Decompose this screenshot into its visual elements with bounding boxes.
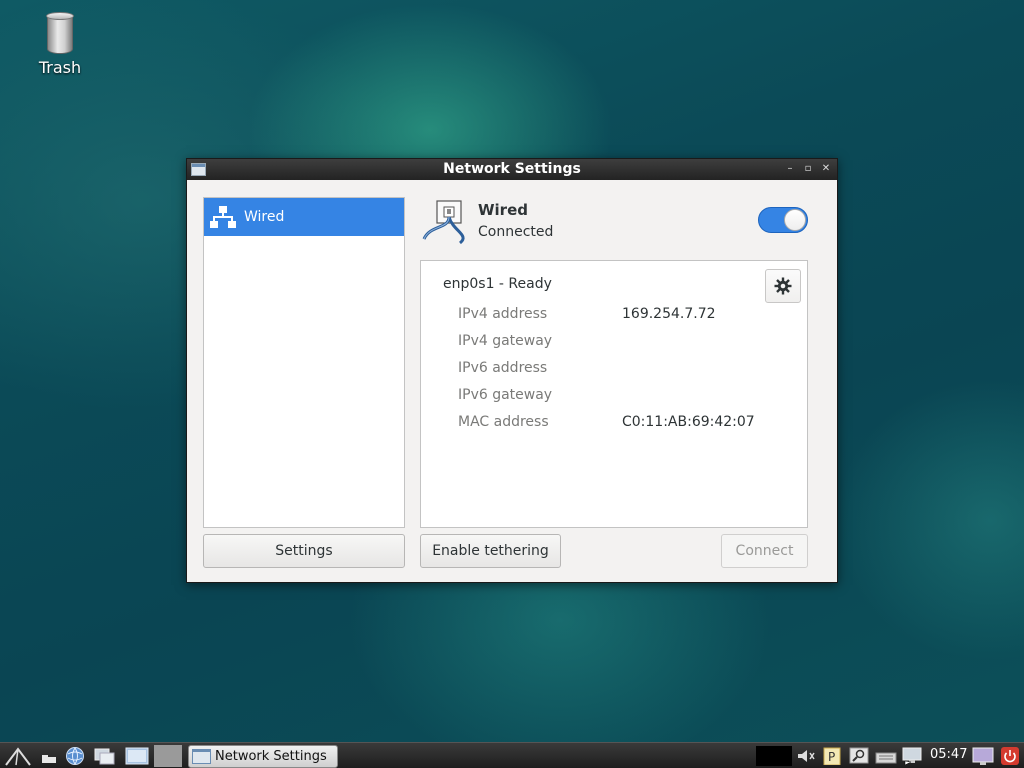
trash-icon (46, 12, 74, 54)
taskbar-task-network-settings[interactable]: Network Settings (188, 745, 338, 768)
detail-row-ipv6-address: IPv6 address (458, 360, 798, 380)
network-settings-window: Network Settings – ▫ ✕ Wired Settings Wi… (186, 158, 838, 583)
keyboard-icon[interactable] (875, 747, 897, 765)
taskbar: Network Settings P 05:47 (0, 742, 1024, 768)
toggle-knob (784, 209, 806, 231)
interface-name: enp0s1 - Ready (443, 276, 552, 292)
settings-button[interactable]: Settings (203, 534, 405, 568)
show-desktop-icon[interactable] (40, 746, 58, 766)
search-icon[interactable] (849, 747, 871, 765)
connection-header: Wired Connected (420, 197, 820, 257)
tray-blank-area (756, 746, 792, 766)
web-browser-icon[interactable] (64, 746, 86, 766)
detail-row-mac-address: MAC address C0:11:AB:69:42:07 (458, 414, 798, 434)
ethernet-cable-icon (422, 200, 465, 245)
detail-row-ipv4-gateway: IPv4 gateway (458, 333, 798, 353)
window-title: Network Settings (443, 161, 581, 177)
detail-label: IPv6 gateway (458, 387, 553, 403)
detail-label: IPv4 gateway (458, 333, 553, 349)
svg-text:P: P (828, 750, 835, 764)
device-details-panel: enp0s1 - Ready IPv4 address 169.254.7.72… (420, 260, 808, 528)
trash-desktop-icon[interactable]: Trash (30, 12, 90, 77)
connection-title: Wired (478, 201, 528, 219)
maximize-icon[interactable]: ▫ (801, 161, 815, 177)
detail-label: IPv4 address (458, 306, 548, 322)
window-mini-icon (192, 749, 211, 764)
sidebar-item-wired[interactable]: Wired (204, 198, 404, 236)
window-titlebar[interactable]: Network Settings – ▫ ✕ (187, 159, 837, 180)
task-label: Network Settings (215, 749, 327, 764)
gear-icon (774, 277, 792, 295)
trash-label: Trash (38, 58, 82, 77)
workspace-2-icon[interactable] (154, 745, 182, 767)
minimize-icon[interactable]: – (783, 161, 797, 177)
wired-toggle-switch[interactable] (758, 207, 808, 233)
detail-row-ipv6-gateway: IPv6 gateway (458, 387, 798, 407)
enable-tethering-button[interactable]: Enable tethering (420, 534, 561, 568)
network-icon (210, 206, 236, 228)
network-status-icon[interactable] (901, 747, 923, 765)
volume-icon[interactable] (795, 747, 817, 765)
power-icon[interactable] (1000, 747, 1020, 765)
detail-value: 169.254.7.72 (622, 306, 716, 322)
start-menu-icon[interactable] (4, 746, 32, 766)
connection-list: Wired (203, 197, 405, 528)
clock[interactable]: 05:47 (930, 747, 967, 762)
file-manager-icon[interactable] (94, 746, 116, 766)
detail-label: IPv6 address (458, 360, 548, 376)
workspace-switcher-icon[interactable] (125, 746, 149, 766)
clipboard-icon[interactable]: P (822, 747, 842, 765)
user-session-icon[interactable] (972, 747, 994, 765)
close-icon[interactable]: ✕ (819, 161, 833, 177)
detail-value: C0:11:AB:69:42:07 (622, 414, 755, 430)
detail-row-ipv4-address: IPv4 address 169.254.7.72 (458, 306, 798, 326)
connection-status: Connected (478, 224, 554, 240)
device-settings-button[interactable] (765, 269, 801, 303)
sidebar-item-label: Wired (244, 209, 285, 225)
detail-label: MAC address (458, 414, 549, 430)
connect-button[interactable]: Connect (721, 534, 808, 568)
